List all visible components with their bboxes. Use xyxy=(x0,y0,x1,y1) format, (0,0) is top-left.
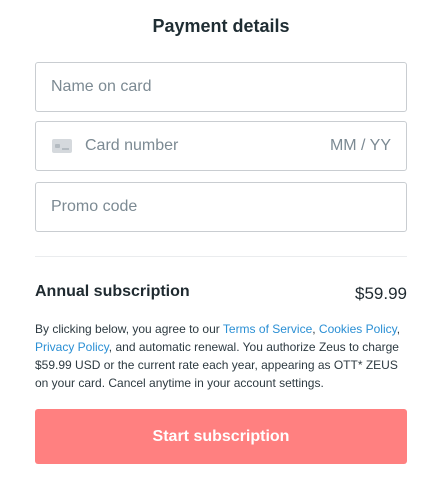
cookies-policy-link[interactable]: Cookies Policy xyxy=(319,322,397,336)
legal-separator: , xyxy=(396,322,401,336)
legal-separator: , xyxy=(312,322,319,336)
expiry-input[interactable] xyxy=(319,122,391,170)
credit-card-icon xyxy=(52,139,72,153)
terms-of-service-link[interactable]: Terms of Service xyxy=(223,322,312,336)
page-title: Payment details xyxy=(152,16,290,36)
subscription-price: $59.99 xyxy=(355,284,407,303)
subscription-label: Annual subscription xyxy=(35,283,190,300)
name-on-card-input[interactable] xyxy=(51,63,391,111)
payment-panel: Payment details Annual subscription $59.… xyxy=(0,0,442,486)
card-number-input[interactable] xyxy=(85,122,319,170)
name-on-card-field[interactable] xyxy=(35,62,407,112)
divider xyxy=(35,256,407,257)
legal-intro: By clicking below, you agree to our xyxy=(35,322,223,336)
promo-code-field[interactable] xyxy=(35,182,407,232)
start-subscription-button[interactable]: Start subscription xyxy=(35,409,407,464)
privacy-policy-link[interactable]: Privacy Policy xyxy=(35,340,109,354)
card-details-field[interactable] xyxy=(35,121,407,171)
promo-code-input[interactable] xyxy=(51,183,391,231)
legal-text: By clicking below, you agree to our Term… xyxy=(35,320,407,392)
